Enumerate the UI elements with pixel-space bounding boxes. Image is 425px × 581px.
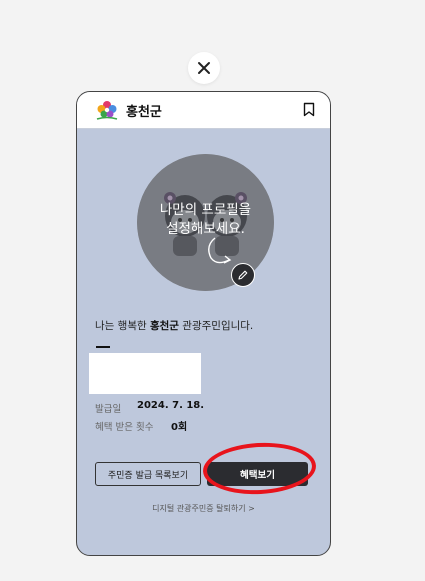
close-icon: [198, 62, 210, 74]
resident-statement: 나는 행복한 홍천군 관광주민입니다.: [95, 318, 253, 333]
withdraw-link[interactable]: 디지털 관광주민증 탈퇴하기 >: [77, 503, 330, 514]
profile-prompt: 나만의 프로필을 설정해보세요.: [137, 201, 274, 239]
card-header: 홍천군: [77, 92, 330, 129]
benefit-count-value: 0회: [171, 422, 188, 433]
issue-date-row: 발급일 2024. 7. 18.: [95, 400, 204, 415]
redacted-name-box: [89, 353, 201, 394]
close-button[interactable]: [188, 52, 220, 84]
pencil-icon: [238, 270, 248, 280]
bookmark-icon[interactable]: [303, 102, 315, 117]
statement-prefix: 나는 행복한: [95, 320, 150, 332]
issue-date-label: 발급일: [95, 404, 122, 415]
edit-profile-button[interactable]: [231, 263, 255, 287]
statement-region: 홍천군: [149, 320, 179, 332]
issue-date-value: 2024. 7. 18.: [137, 400, 205, 411]
profile-prompt-line1: 나만의 프로필을: [159, 202, 252, 218]
issue-list-button[interactable]: 주민증 발급 목록보기: [95, 462, 201, 486]
card-title: 홍천군: [126, 105, 162, 120]
hongcheon-logo-icon: [96, 101, 118, 120]
name-divider: [96, 346, 110, 348]
benefit-count-row: 혜택 받은 횟수 0회: [95, 419, 187, 433]
statement-suffix: 관광주민입니다.: [178, 320, 254, 332]
benefit-count-label: 혜택 받은 횟수: [95, 422, 154, 433]
profile-prompt-line2: 설정해보세요.: [166, 221, 245, 237]
